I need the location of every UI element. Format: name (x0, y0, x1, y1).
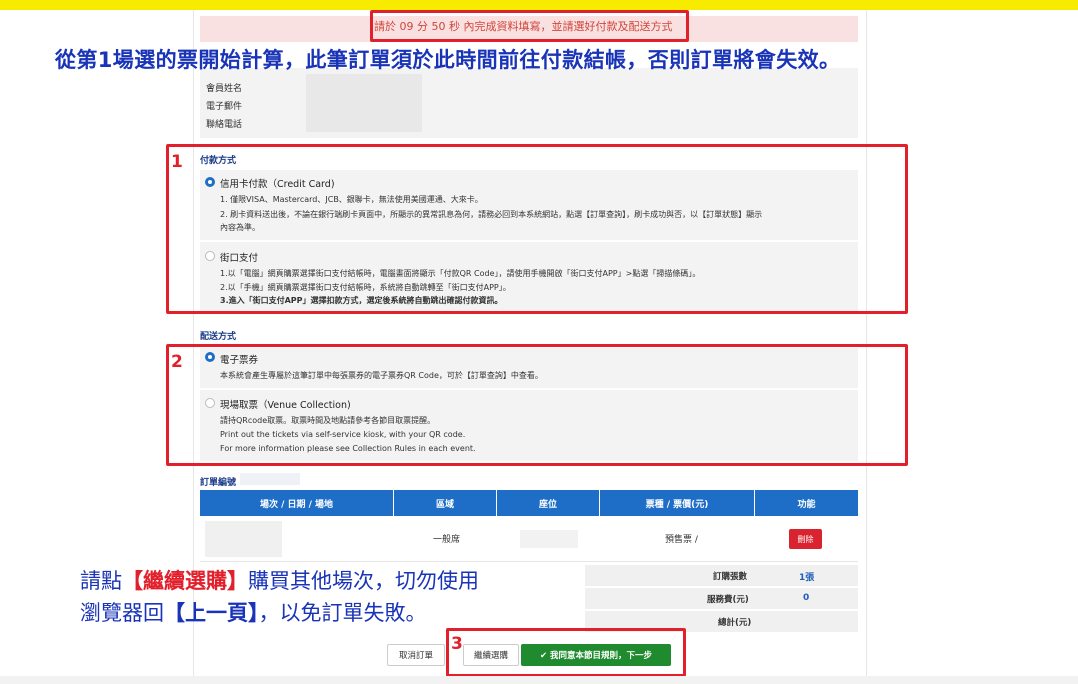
seat-redacted (520, 530, 578, 548)
col-action: 功能 (755, 490, 858, 516)
tip-back-highlight: 【上一頁】 (164, 601, 259, 625)
order-number-redacted (240, 473, 300, 485)
tip-line-2-pre: 瀏覽器回 (80, 601, 164, 625)
ticket-type-cell: 預售票 / (665, 535, 698, 545)
cancel-order-button[interactable]: 取消訂單 (387, 644, 445, 666)
quantity-value: 1張 (799, 573, 815, 583)
fee-label: 服務費(元) (707, 595, 749, 605)
quantity-label: 訂購張數 (713, 572, 748, 582)
col-session: 場次 / 日期 / 場地 (200, 490, 394, 516)
member-info-panel (200, 68, 858, 138)
tip-line-1: 請點【繼續選購】購買其他場次，切勿使用 (80, 565, 479, 595)
col-area: 區域 (394, 490, 497, 516)
annotation-number-1: 1 (171, 152, 183, 172)
annotation-number-2: 2 (171, 352, 183, 372)
timer-highlight-box (370, 10, 689, 42)
tip-line-2: 瀏覽器回【上一頁】，以免訂單失敗。 (80, 597, 427, 627)
footer-strip (0, 676, 1078, 684)
total-label: 總計(元) (718, 618, 752, 628)
tip-continue-highlight: 【繼續選購】 (122, 569, 248, 593)
col-seat: 座位 (497, 490, 600, 516)
delivery-highlight-box (166, 344, 908, 466)
area-cell: 一般席 (433, 535, 461, 545)
top-yellow-bar (0, 0, 1078, 10)
member-email-label: 電子郵件 (206, 102, 243, 112)
fee-value: 0 (803, 593, 810, 603)
member-name-label: 會員姓名 (206, 84, 243, 94)
payment-highlight-box (166, 144, 908, 314)
tip-line-1-pre: 請點 (80, 569, 122, 593)
member-phone-label: 聯絡電話 (206, 120, 243, 130)
order-number-label: 訂單編號 (200, 478, 237, 488)
tip-line-2-post: ，以免訂單失敗。 (258, 601, 427, 625)
member-info-redacted (306, 74, 422, 132)
tip-line-1-post: 購買其他場次，切勿使用 (248, 569, 479, 593)
delete-button[interactable]: 刪除 (789, 529, 822, 549)
delivery-section-title: 配送方式 (200, 332, 237, 342)
order-expiry-notice: 從第1場選的票開始計算，此筆訂單須於此時間前往付款結帳，否則訂單將會失效。 (55, 48, 841, 72)
buttons-highlight-box (446, 628, 686, 677)
session-redacted (205, 521, 282, 557)
annotation-number-3: 3 (451, 634, 463, 654)
col-ticket-type: 票種 / 票價(元) (600, 490, 755, 516)
